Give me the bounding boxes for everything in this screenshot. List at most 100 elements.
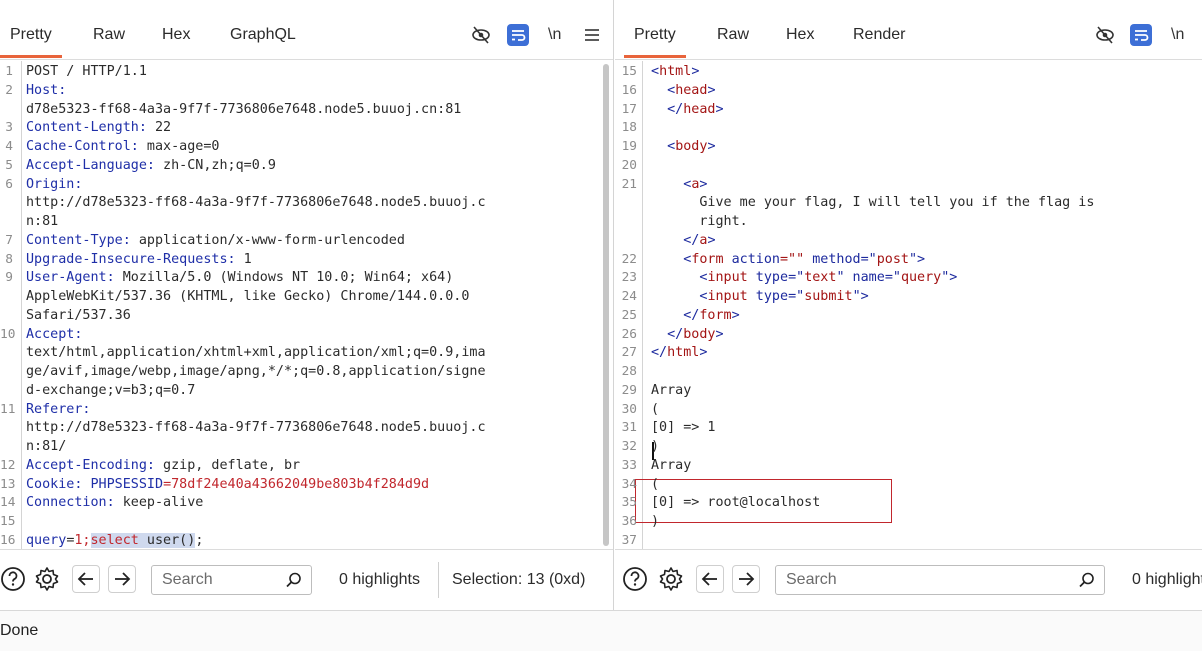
line-number: 23: [621, 270, 637, 286]
code-token: gzip, deflate, br: [155, 457, 301, 473]
response-editor[interactable]: 15 <html> 16 <head> 17 </head> 18 19 <body> 20…: [615, 61, 1202, 549]
code-token: =": [788, 270, 805, 286]
settings-gear-icon[interactable]: [658, 566, 684, 592]
code-token: =": [884, 270, 901, 286]
help-icon[interactable]: [622, 566, 648, 592]
line-number: 15: [0, 514, 16, 529]
code-line: 27 </html>: [615, 343, 1202, 362]
code-token: post: [876, 251, 909, 267]
code-text: text/html,application/xhtml+xml,applicat…: [26, 343, 486, 362]
code-text: Referer:: [26, 400, 91, 419]
code-token: http://d78e5323-ff68-4a3a-9f7f-7736806e7…: [26, 195, 486, 211]
next-arrow-icon[interactable]: [108, 565, 136, 593]
code-line: 20: [615, 156, 1202, 175]
code-line: 18: [615, 118, 1202, 137]
request-scrollbar[interactable]: [603, 64, 609, 546]
code-token: Mozilla/5.0 (Windows NT 10.0; Win64; x64…: [114, 270, 454, 286]
code-token: ): [651, 439, 660, 454]
tab-render[interactable]: Render: [853, 26, 905, 44]
settings-gear-icon[interactable]: [34, 566, 60, 592]
previous-arrow-icon[interactable]: [696, 565, 724, 593]
code-token: form: [699, 307, 732, 323]
response-search-field[interactable]: [775, 565, 1105, 595]
next-arrow-icon[interactable]: [732, 565, 760, 593]
response-pane: Pretty Raw Hex Render \n 15 <html> 16 <hea…: [615, 0, 1202, 610]
code-line: 29 Array: [615, 381, 1202, 400]
menu-icon[interactable]: [581, 24, 603, 46]
code-text: http://d78e5323-ff68-4a3a-9f7f-7736806e7…: [26, 193, 486, 212]
line-number: 32: [621, 439, 637, 454]
code-line: 28: [615, 362, 1202, 381]
code-token: <: [651, 64, 660, 79]
request-editor[interactable]: 1 POST / HTTP/1.1 2 Host: d78e5323-ff68-4a3a…: [0, 61, 613, 549]
tab-hex[interactable]: Hex: [162, 26, 190, 44]
tab-raw[interactable]: Raw: [717, 26, 749, 44]
search-icon[interactable]: [1078, 571, 1096, 594]
code-token: 22: [146, 120, 172, 136]
code-token: >: [699, 345, 708, 361]
code-token: action: [723, 251, 780, 267]
code-token: Cache-Control:: [26, 139, 139, 154]
code-text: ): [651, 512, 659, 531]
code-token: Content-Length:: [26, 120, 147, 136]
code-token: >: [707, 232, 716, 248]
line-number: 18: [621, 120, 637, 136]
code-line: 19 <body>: [615, 137, 1202, 156]
request-search-field[interactable]: [151, 565, 312, 595]
selection-info: Selection: 13 (0xd): [452, 571, 586, 588]
line-number: 6: [5, 176, 13, 192]
line-number: 25: [621, 307, 637, 323]
code-token: PHPSESSID: [82, 476, 164, 492]
tab-pretty[interactable]: Pretty: [0, 26, 62, 58]
newline-toggle[interactable]: \n: [1171, 26, 1184, 44]
code-line: 36): [615, 512, 1202, 531]
code-token: AppleWebKit/537.36 (KHTML, like Gecko) C…: [26, 289, 470, 304]
line-number: 34: [621, 476, 637, 492]
previous-arrow-icon[interactable]: [72, 565, 100, 593]
code-token: <: [651, 176, 692, 192]
code-token: input: [707, 270, 748, 286]
line-number: 29: [621, 382, 637, 398]
code-text: Cookie: PHPSESSID=78df24e40a43662049be80…: [26, 475, 429, 494]
hide-eye-icon[interactable]: [470, 24, 492, 46]
code-line: 17 </head>: [615, 100, 1202, 119]
line-number: 33: [621, 457, 637, 473]
code-token: query: [26, 532, 67, 548]
code-text: [0] => 1: [651, 418, 716, 437]
search-icon[interactable]: [285, 571, 303, 594]
code-line: 16 query=1;select user();: [0, 531, 613, 549]
code-line: http://d78e5323-ff68-4a3a-9f7f-7736806e7…: [0, 418, 613, 437]
code-line: 26 </body>: [615, 325, 1202, 344]
tab-raw[interactable]: Raw: [93, 26, 125, 44]
request-search-input[interactable]: [162, 571, 272, 589]
tab-graphql[interactable]: GraphQL: [230, 26, 296, 44]
highlight-count: 0 highlights: [339, 571, 420, 588]
code-token: Safari/537.36: [26, 307, 131, 323]
wrap-lines-icon[interactable]: [507, 24, 529, 46]
code-text: Origin:: [26, 175, 82, 194]
tab-pretty[interactable]: Pretty: [624, 26, 686, 58]
code-token: Accept:: [26, 326, 83, 342]
line-number: 3: [5, 120, 13, 136]
wrap-lines-icon[interactable]: [1130, 24, 1152, 46]
tab-hex[interactable]: Hex: [786, 26, 814, 44]
newline-toggle[interactable]: \n: [548, 26, 561, 44]
code-token: select: [90, 532, 139, 548]
code-text: </head>: [651, 100, 723, 119]
code-text: right.: [651, 212, 747, 231]
code-text: Accept-Encoding: gzip, deflate, br: [26, 456, 300, 475]
line-number: 19: [621, 139, 637, 154]
code-token: </: [651, 345, 668, 361]
code-text: Connection: keep-alive: [26, 493, 203, 512]
code-text: ge/avif,image/webp,image/apng,*/*;q=0.8,…: [26, 362, 486, 381]
help-icon[interactable]: [0, 566, 26, 592]
hide-eye-icon[interactable]: [1094, 24, 1116, 46]
code-token: Content-Type:: [26, 232, 131, 248]
code-text: d78e5323-ff68-4a3a-9f7f-7736806e7648.nod…: [26, 100, 461, 119]
code-token: ">: [941, 270, 958, 286]
response-search-input[interactable]: [786, 571, 896, 589]
code-token: =": [860, 251, 877, 267]
line-number: 4: [5, 139, 13, 154]
code-line: 7 Content-Type: application/x-www-form-ur…: [0, 231, 613, 250]
code-token: <: [651, 139, 676, 154]
